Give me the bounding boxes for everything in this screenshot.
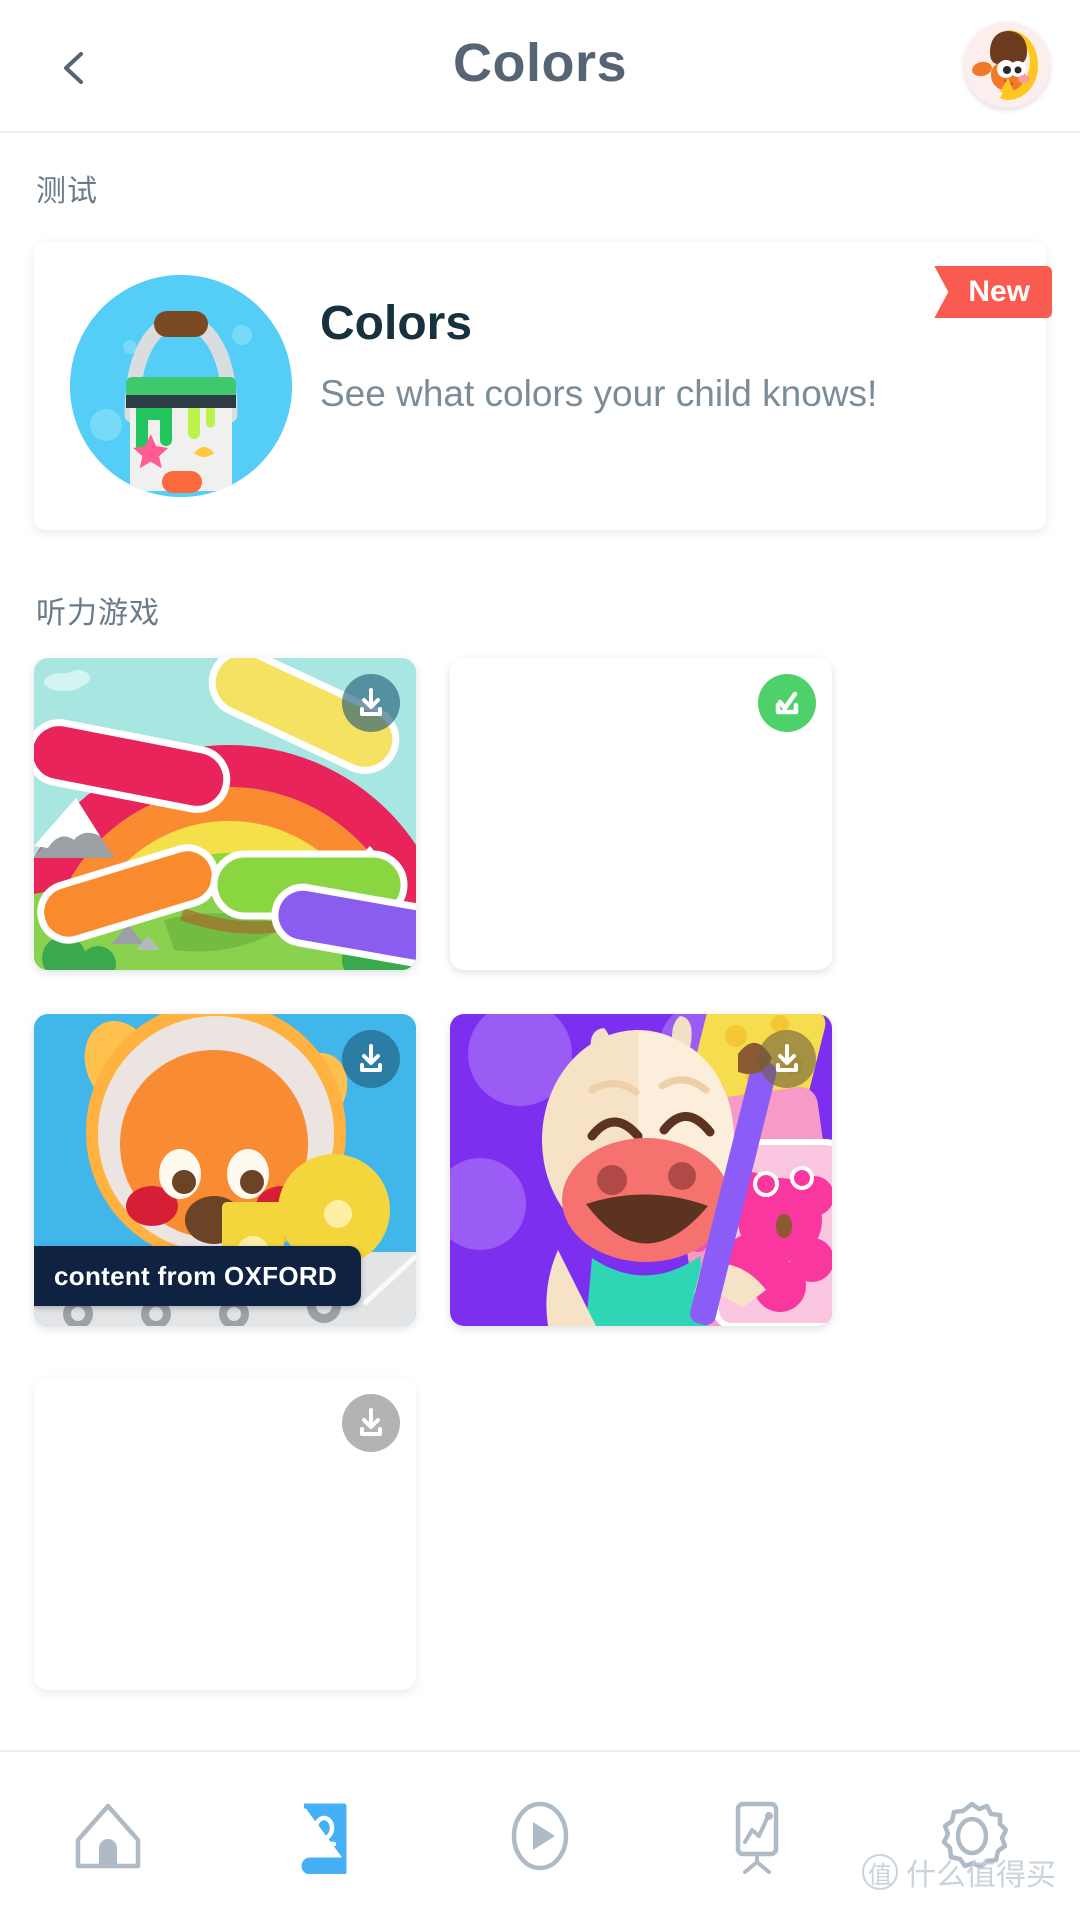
download-badge[interactable] [342, 1394, 400, 1452]
home-icon [75, 1803, 141, 1869]
download-icon [776, 1044, 798, 1072]
game-card-partial[interactable] [34, 1378, 416, 1690]
download-icon [360, 1044, 382, 1072]
game-card-blank[interactable] [450, 658, 832, 970]
featured-description: See what colors your child knows! [320, 373, 878, 414]
app-screen: Colors 测试 Colors See what colors your ch… [0, 0, 1080, 1920]
nav-item-play[interactable] [432, 1751, 648, 1920]
play-icon [511, 1801, 569, 1871]
dog-avatar-icon [964, 22, 1050, 108]
featured-title: Colors [320, 297, 473, 350]
featured-text-block: Colors See what colors your child knows! [320, 300, 920, 417]
app-header: Colors [0, 0, 1080, 133]
section-label-listening: 听力游戏 [36, 596, 160, 631]
nav-item-home[interactable] [0, 1751, 216, 1920]
paint-bucket-icon [70, 275, 292, 497]
new-badge: New [934, 266, 1052, 318]
game-card-oxford[interactable]: content from OXFORD [34, 1014, 416, 1326]
bottom-nav [0, 1750, 1080, 1920]
game-card-rainbow[interactable] [34, 658, 416, 970]
watermark-text: 什么值得买 [906, 1858, 1056, 1893]
download-icon [360, 688, 382, 716]
downloaded-badge[interactable] [758, 674, 816, 732]
watermark-mark: 值 [862, 1854, 898, 1890]
nav-item-library[interactable] [216, 1751, 432, 1920]
download-badge[interactable] [342, 1030, 400, 1088]
nav-item-settings[interactable] [864, 1751, 1080, 1920]
download-icon [360, 1408, 382, 1436]
game-card-cow[interactable] [450, 1014, 832, 1326]
watermark: 值 什么值得买 [862, 1850, 1056, 1894]
featured-card-colors[interactable]: Colors See what colors your child knows!… [34, 242, 1052, 530]
download-badge[interactable] [342, 674, 400, 732]
easel-chart-icon [735, 1801, 779, 1874]
download-badge[interactable] [758, 1030, 816, 1088]
downloaded-check-icon [775, 691, 799, 715]
avatar[interactable] [964, 22, 1050, 108]
oxford-tag: content from OXFORD [34, 1246, 362, 1306]
book-icon [301, 1803, 347, 1874]
page-title: Colors [452, 33, 628, 93]
nav-item-progress[interactable] [648, 1751, 864, 1920]
section-label-test: 测试 [36, 174, 98, 209]
